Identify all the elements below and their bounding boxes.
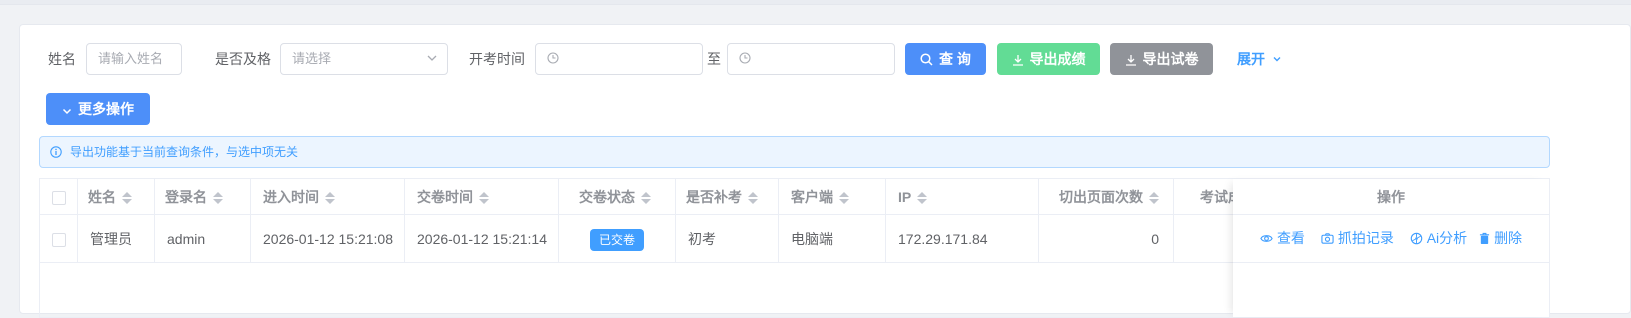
name-input[interactable]: 请输入姓名 xyxy=(86,43,182,75)
download-icon xyxy=(1125,51,1143,67)
table-cell: admin xyxy=(155,215,251,263)
sort-icon[interactable] xyxy=(641,191,651,205)
sort-icon[interactable] xyxy=(122,191,132,205)
sort-icon[interactable] xyxy=(325,191,335,205)
view-label: 查看 xyxy=(1276,230,1305,246)
sort-icon[interactable] xyxy=(1149,191,1159,205)
ai-analysis-label: Ai分析 xyxy=(1426,230,1468,246)
select-all-checkbox[interactable] xyxy=(52,191,66,206)
chevron-down-icon xyxy=(1269,51,1282,67)
column-header[interactable]: 是否补考 xyxy=(676,179,779,215)
name-label: 姓名 xyxy=(48,51,76,67)
column-header-label: IP xyxy=(898,189,912,205)
delete-label: 删除 xyxy=(1494,230,1523,246)
column-header-label: 交卷状态 xyxy=(579,189,635,205)
ai-icon xyxy=(1410,232,1422,245)
chevron-down-icon xyxy=(62,101,78,117)
sort-icon[interactable] xyxy=(839,191,849,205)
table-cell: 0 xyxy=(1039,215,1174,263)
export-papers-button[interactable]: 导出试卷 xyxy=(1110,43,1213,75)
name-input-placeholder: 请输入姓名 xyxy=(98,51,164,66)
row-checkbox[interactable] xyxy=(52,233,66,248)
actions-column: 操作 查看 抓拍记录 Ai分析 删除 xyxy=(1233,179,1549,317)
table-cell: 2026-01-12 15:21:14 xyxy=(405,215,559,263)
expand-label: 展开 xyxy=(1237,51,1265,67)
column-header-label: 交卷时间 xyxy=(417,189,473,205)
capture-records-link[interactable]: 抓拍记录 xyxy=(1321,230,1394,246)
column-header-label: 登录名 xyxy=(165,189,207,205)
info-alert: 导出功能基于当前查询条件，与选中项无关 xyxy=(39,136,1550,168)
camera-icon xyxy=(1321,233,1334,244)
export-scores-button[interactable]: 导出成绩 xyxy=(997,43,1100,75)
table-cell: 2026-01-12 15:21:08 xyxy=(251,215,405,263)
actions-header: 操作 xyxy=(1233,179,1549,215)
status-badge: 已交卷 xyxy=(589,229,644,252)
pass-label: 是否及格 xyxy=(215,51,271,67)
export-papers-label: 导出试卷 xyxy=(1142,51,1199,67)
trash-icon xyxy=(1479,232,1490,244)
table-cell: 172.29.171.84 xyxy=(886,215,1039,263)
column-header[interactable]: 进入时间 xyxy=(251,179,405,215)
results-table: 姓名 登录名 进入时间 交卷时间 交卷状态 是否补考 客户端 IP 切出页面次数… xyxy=(39,178,1550,318)
select-all-cell xyxy=(40,179,78,215)
column-header[interactable]: 客户端 xyxy=(779,179,886,215)
column-header[interactable]: 切出页面次数 xyxy=(1039,179,1174,215)
export-scores-label: 导出成绩 xyxy=(1029,51,1086,67)
pass-select-placeholder: 请选择 xyxy=(292,51,332,66)
column-header[interactable]: IP xyxy=(886,179,1039,215)
capture-records-label: 抓拍记录 xyxy=(1337,230,1394,246)
more-actions-button[interactable]: 更多操作 xyxy=(46,93,150,125)
pass-select[interactable]: 请选择 xyxy=(280,43,448,75)
expand-toggle[interactable]: 展开 xyxy=(1237,43,1282,75)
column-header-label: 姓名 xyxy=(88,189,116,205)
top-divider xyxy=(0,0,1631,5)
column-header[interactable]: 姓名 xyxy=(78,179,155,215)
query-button[interactable]: 查 询 xyxy=(905,43,986,75)
column-header[interactable]: 交卷状态 xyxy=(559,179,676,215)
start-time-picker[interactable] xyxy=(535,43,703,75)
query-button-label: 查 询 xyxy=(939,51,971,67)
column-header-label: 是否补考 xyxy=(686,189,742,205)
delete-link[interactable]: 删除 xyxy=(1479,230,1522,246)
clock-icon xyxy=(739,51,751,66)
column-header[interactable]: 登录名 xyxy=(155,179,251,215)
sort-icon[interactable] xyxy=(917,191,928,205)
eye-icon xyxy=(1260,235,1273,242)
column-header-label: 客户端 xyxy=(791,189,833,205)
info-icon xyxy=(50,145,70,159)
table-cell: 管理员 xyxy=(78,215,155,263)
column-header[interactable]: 交卷时间 xyxy=(405,179,559,215)
search-icon xyxy=(920,51,939,67)
end-time-picker[interactable] xyxy=(727,43,895,75)
sort-icon[interactable] xyxy=(213,191,223,205)
sort-icon[interactable] xyxy=(479,191,489,205)
column-header-label: 进入时间 xyxy=(263,189,319,205)
time-label: 开考时间 xyxy=(469,51,525,67)
table-cell: 初考 xyxy=(676,215,779,263)
status-cell: 已交卷 xyxy=(559,215,676,263)
chevron-down-icon xyxy=(427,44,437,74)
time-separator: 至 xyxy=(707,51,721,67)
row-select-cell xyxy=(40,215,78,263)
more-actions-label: 更多操作 xyxy=(78,101,134,117)
sort-icon[interactable] xyxy=(748,191,758,205)
actions-cell: 查看 抓拍记录 Ai分析 删除 xyxy=(1233,215,1549,263)
table-cell: 电脑端 xyxy=(779,215,886,263)
column-header-label: 切出页面次数 xyxy=(1059,189,1143,205)
alert-text: 导出功能基于当前查询条件，与选中项无关 xyxy=(70,145,299,159)
ai-analysis-link[interactable]: Ai分析 xyxy=(1410,230,1467,246)
view-link[interactable]: 查看 xyxy=(1260,230,1305,246)
download-icon xyxy=(1012,51,1030,67)
search-panel: 姓名 请输入姓名 是否及格 请选择 开考时间 至 查 询 导出成绩 导出试卷 展… xyxy=(19,24,1631,318)
clock-icon xyxy=(547,51,559,66)
